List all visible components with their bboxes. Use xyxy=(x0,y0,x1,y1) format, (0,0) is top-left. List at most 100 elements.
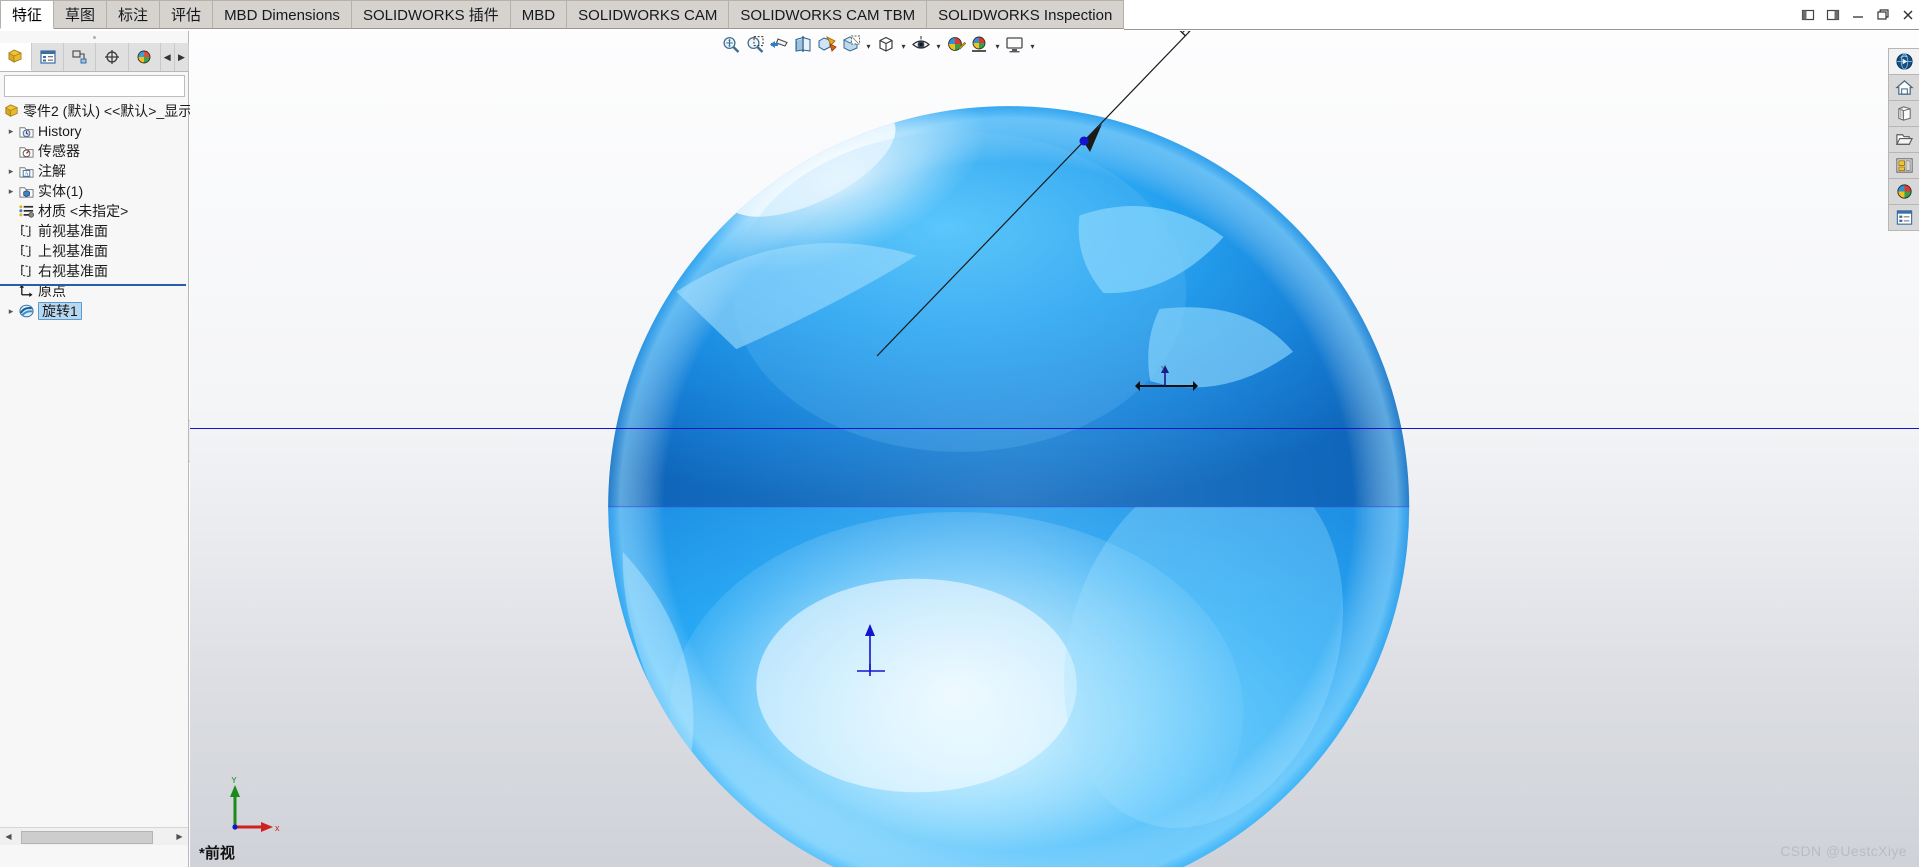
graphics-area[interactable]: ▾ ▾ ▾ ▾ ▾ Y Y x *前视 CSDN @UestcXiye xyxy=(190,31,1919,867)
feature-tree-item-10[interactable]: ▸ 旋转1 xyxy=(0,301,189,321)
close-icon[interactable] xyxy=(1901,8,1915,22)
chevron-down-icon[interactable]: ▾ xyxy=(993,36,1002,57)
view-palette-icon xyxy=(1895,158,1913,173)
previous-view-button[interactable] xyxy=(768,36,790,57)
origin-point-marker xyxy=(857,624,885,676)
configuration-icon xyxy=(72,50,87,64)
zoom-area-icon xyxy=(745,35,765,59)
scroll-tabs-right-button[interactable]: ▶ xyxy=(174,43,190,71)
task-pane-dock xyxy=(1888,48,1919,231)
plane-icon xyxy=(18,243,35,259)
part-icon xyxy=(3,103,20,119)
view-heads-up-toolbar: ▾ ▾ ▾ ▾ ▾ xyxy=(720,35,1037,58)
command-tab-8[interactable]: SOLIDWORKS CAM TBM xyxy=(729,0,928,29)
command-tab-9[interactable]: SOLIDWORKS Inspection xyxy=(927,0,1125,29)
hscroll-track[interactable] xyxy=(17,829,171,844)
dimxpert-manager-tab[interactable] xyxy=(96,43,129,71)
feature-tree-item-label: 注解 xyxy=(38,163,66,179)
feature-tree-item-label: 零件2 (默认) <<默认>_显示状 xyxy=(23,103,207,119)
command-tab-1[interactable]: 草图 xyxy=(54,0,108,29)
custom-properties-panel[interactable] xyxy=(1888,205,1919,231)
command-tab-0[interactable]: 特征 xyxy=(0,0,55,29)
section-view-button[interactable] xyxy=(792,35,814,59)
zoom-fit-icon xyxy=(721,35,741,59)
window-controls xyxy=(1801,4,1915,26)
feature-tree-item-0[interactable]: 零件2 (默认) <<默认>_显示状 xyxy=(0,101,206,121)
feature-tree-item-label: 实体(1) xyxy=(38,183,84,199)
svg-text:Y: Y xyxy=(1161,366,1166,373)
plane-icon xyxy=(18,263,35,279)
minimize-icon[interactable] xyxy=(1851,8,1865,22)
scroll-right-button[interactable]: ▶ xyxy=(171,829,188,844)
display-manager-tab[interactable] xyxy=(128,43,161,71)
scroll-left-button[interactable]: ◀ xyxy=(0,829,17,844)
expand-chevron-icon[interactable]: ▸ xyxy=(4,166,18,177)
property-manager-tab[interactable] xyxy=(32,43,65,71)
section-view-icon xyxy=(793,35,813,59)
feature-tree-item-label: 传感器 xyxy=(38,143,80,159)
feature-tree-item-5[interactable]: 材质 <未指定> xyxy=(0,201,189,221)
design-library-panel[interactable] xyxy=(1888,75,1919,101)
feature-tree-item-4[interactable]: ▸ 实体(1) xyxy=(0,181,189,201)
apply-scene-button[interactable] xyxy=(945,36,967,57)
chevron-down-icon[interactable]: ▾ xyxy=(899,36,908,57)
feature-tree-item-7[interactable]: 上视基准面 xyxy=(0,241,189,261)
command-manager-tabstrip: 特征 草图 标注 评估 MBD Dimensions SOLIDWORKS 插件 MBD SO… xyxy=(0,0,1919,31)
hscroll-thumb[interactable] xyxy=(21,831,153,844)
configuration-manager-tab[interactable] xyxy=(64,43,97,71)
view-palette-panel[interactable] xyxy=(1888,153,1919,179)
display-pane-button[interactable] xyxy=(1004,36,1026,57)
restore-pane-icon[interactable] xyxy=(1801,8,1815,22)
feature-tree-item-1[interactable]: ▸ History xyxy=(0,121,189,141)
edit-appearance-button[interactable] xyxy=(910,35,932,59)
custom-properties-icon xyxy=(1896,210,1912,225)
revolve-axis-line xyxy=(190,428,1919,429)
chevron-down-icon[interactable]: ▾ xyxy=(1028,36,1037,57)
zoom-to-fit-button[interactable] xyxy=(720,36,742,57)
feature-tree-item-label: 旋转1 xyxy=(38,302,82,320)
feature-manager-tab[interactable] xyxy=(0,43,33,71)
sphere-model[interactable] xyxy=(190,31,1919,867)
sensor-icon xyxy=(18,143,35,159)
feature-filter-bar[interactable] xyxy=(4,75,188,97)
folder-icon xyxy=(1895,134,1913,145)
expand-chevron-icon[interactable]: ▸ xyxy=(4,306,18,317)
view-orientation-button[interactable] xyxy=(816,35,838,57)
rollback-bar[interactable] xyxy=(0,284,186,286)
command-tab-4[interactable]: MBD Dimensions xyxy=(213,0,352,29)
hide-show-items-button[interactable] xyxy=(875,36,897,57)
restore-icon[interactable] xyxy=(1876,8,1890,22)
command-tab-7[interactable]: SOLIDWORKS CAM xyxy=(567,0,730,29)
feature-tree-item-label: 前视基准面 xyxy=(38,223,108,239)
command-tab-2[interactable]: 标注 xyxy=(107,0,161,29)
file-explorer-panel[interactable] xyxy=(1888,101,1919,127)
chevron-down-icon[interactable]: ▾ xyxy=(934,36,943,57)
feature-tree: 零件2 (默认) <<默认>_显示状 ▸ History 传感器 ▸ A 注解 ▸ 实体(1) 材… xyxy=(0,101,206,321)
feature-tree-item-8[interactable]: 右视基准面 xyxy=(0,261,189,281)
chevron-down-icon[interactable]: ▾ xyxy=(864,36,873,57)
panel-grip[interactable] xyxy=(0,31,189,43)
command-tab-3[interactable]: 评估 xyxy=(160,0,214,29)
pin-icon[interactable] xyxy=(1826,8,1840,22)
expand-chevron-icon[interactable]: ▸ xyxy=(4,186,18,197)
display-style-button[interactable] xyxy=(840,35,862,57)
solidworks-window: 特征 草图 标注 评估 MBD Dimensions SOLIDWORKS 插件 MBD SO… xyxy=(0,0,1919,867)
view-settings-button[interactable] xyxy=(969,36,991,57)
solidworks-resources-panel[interactable] xyxy=(1888,48,1919,75)
eye-appearance-icon xyxy=(911,35,931,59)
svg-text:x: x xyxy=(275,823,280,833)
command-tab-5[interactable]: SOLIDWORKS 插件 xyxy=(351,0,511,29)
appearances-scenes-panel[interactable] xyxy=(1888,179,1919,205)
feature-manager-tabs: ◀ ▶ xyxy=(0,43,190,72)
zoom-to-area-button[interactable] xyxy=(744,35,766,59)
search-folder-panel[interactable] xyxy=(1888,127,1919,153)
command-tab-6[interactable]: MBD xyxy=(510,0,568,29)
revolve-icon xyxy=(18,303,35,319)
expand-chevron-icon[interactable]: ▸ xyxy=(4,126,18,137)
feature-tree-hscrollbar[interactable]: ◀ ▶ xyxy=(0,827,188,845)
feature-tree-item-3[interactable]: ▸ A 注解 xyxy=(0,161,189,181)
feature-tree-item-6[interactable]: 前视基准面 xyxy=(0,221,189,241)
feature-tree-item-2[interactable]: 传感器 xyxy=(0,141,189,161)
feature-filter-input[interactable] xyxy=(8,77,188,95)
scroll-tabs-left-button[interactable]: ◀ xyxy=(160,43,175,71)
